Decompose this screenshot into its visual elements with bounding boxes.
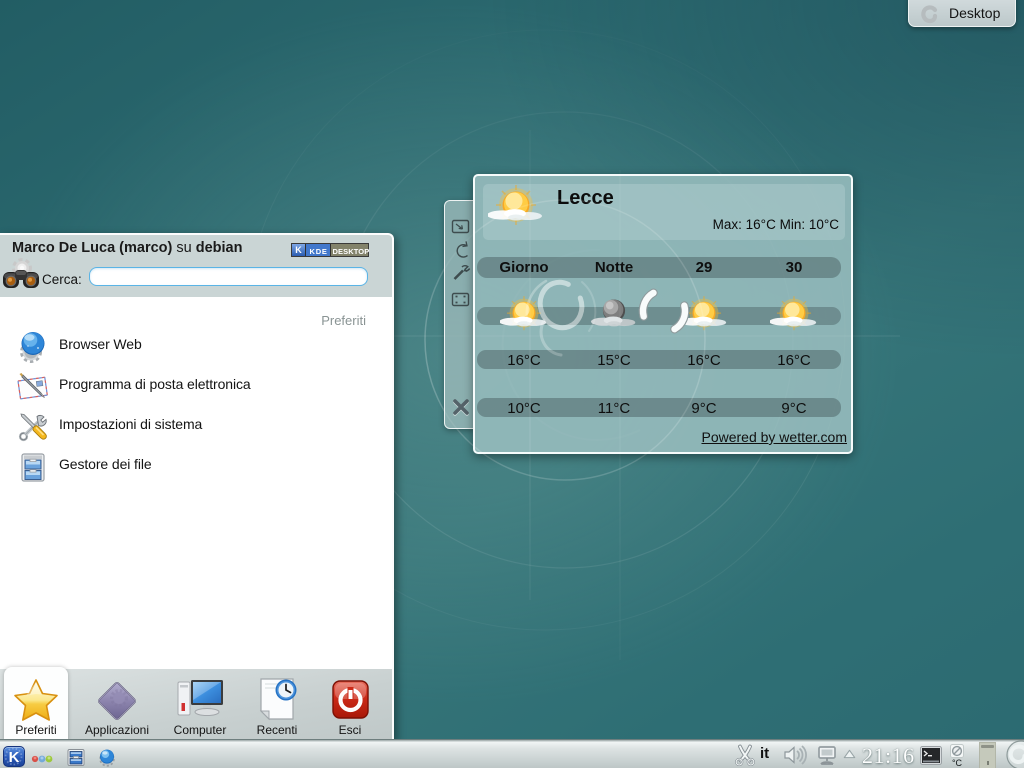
svg-text:K: K [9,749,20,766]
svg-text:°C: °C [952,758,963,768]
